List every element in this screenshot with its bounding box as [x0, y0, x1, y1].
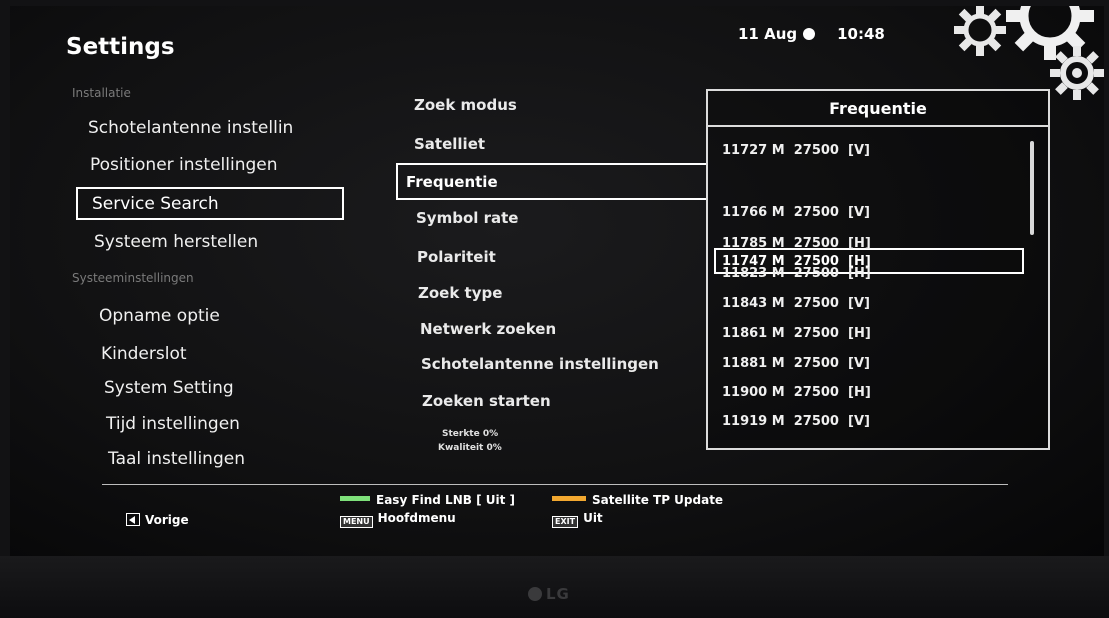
sidebar-item-kinderslot[interactable]: Kinderslot — [101, 344, 187, 364]
frequency-option[interactable]: 11785 M 27500 [H] — [722, 236, 871, 251]
separator-dot-icon — [803, 28, 816, 40]
main-menu-label: Hoofdmenu — [377, 511, 456, 525]
option-netwerk-zoeken[interactable]: Netwerk zoeken — [420, 320, 556, 338]
frequency-list-header: Frequentie — [708, 91, 1048, 127]
signal-quality: Kwaliteit 0% — [438, 443, 502, 453]
option-symbol-rate[interactable]: Symbol rate — [416, 209, 518, 227]
exit-key-icon: EXIT — [552, 516, 579, 528]
frequency-option[interactable]: 11843 M 27500 [V] — [722, 296, 870, 311]
frequency-option[interactable]: 11881 M 27500 [V] — [722, 356, 870, 371]
sidebar-item-positioner[interactable]: Positioner instellingen — [90, 155, 278, 175]
frequency-option[interactable]: 11919 M 27500 [V] — [722, 414, 870, 429]
signal-strength: Sterkte 0% — [442, 429, 499, 439]
tv-brand-label: LG — [546, 585, 570, 603]
date-label: 11 Aug — [738, 25, 798, 43]
lg-logo-icon — [528, 587, 542, 601]
frequency-list-scrollbar[interactable] — [1030, 141, 1034, 235]
sidebar-item-tijd-instellingen[interactable]: Tijd instellingen — [106, 414, 240, 434]
satellite-tp-update-label: Satellite TP Update — [592, 493, 724, 507]
easy-find-lnb-label: Easy Find LNB [ Uit ] — [376, 493, 515, 507]
option-label: Frequentie — [406, 173, 498, 191]
main-menu-hint[interactable]: MENU Hoofdmenu — [340, 511, 456, 528]
sidebar-item-service-search[interactable]: Service Search — [76, 187, 344, 220]
option-zoek-type[interactable]: Zoek type — [418, 284, 502, 302]
back-hint[interactable]: Vorige — [126, 513, 189, 527]
option-satelliet[interactable]: Satelliet — [414, 135, 485, 153]
sidebar-item-label: Service Search — [92, 194, 219, 214]
option-polariteit[interactable]: Polariteit — [417, 248, 496, 266]
frequency-list-panel: Frequentie 11727 M 27500 [V] 11747 M 275… — [706, 89, 1050, 450]
footer-divider — [102, 484, 1008, 485]
exit-hint[interactable]: EXIT Uit — [552, 511, 603, 528]
frequency-list-title: Frequentie — [829, 99, 927, 118]
option-zoeken-starten[interactable]: Zoeken starten — [422, 392, 551, 410]
exit-label: Uit — [583, 511, 603, 525]
sidebar-item-systeem-herstellen[interactable]: Systeem herstellen — [94, 232, 258, 252]
frequency-option[interactable]: 11727 M 27500 [V] — [722, 143, 870, 158]
back-label: Vorige — [145, 513, 189, 527]
satellite-tp-update-hint[interactable]: Satellite TP Update — [552, 493, 723, 507]
sidebar-item-taal-instellingen[interactable]: Taal instellingen — [108, 449, 245, 469]
frequency-option[interactable]: 11861 M 27500 [H] — [722, 326, 871, 341]
menu-key-icon: MENU — [340, 516, 373, 528]
option-frequentie[interactable]: Frequentie — [396, 163, 708, 200]
gear-icon — [1050, 46, 1104, 100]
option-zoek-modus[interactable]: Zoek modus — [414, 96, 517, 114]
sidebar-item-system-setting[interactable]: System Setting — [104, 378, 234, 398]
back-arrow-icon — [126, 513, 140, 526]
section-label-installatie: Installatie — [72, 86, 131, 100]
green-key-icon — [340, 496, 370, 501]
tv-screen: Settings 11 Aug 10:48 Installatie Schotel… — [10, 6, 1104, 558]
page-title: Settings — [66, 34, 175, 60]
section-label-systeeminstellingen: Systeeminstellingen — [72, 271, 194, 285]
option-schotelantenne-instellingen[interactable]: Schotelantenne instellingen — [421, 355, 659, 373]
frequency-option[interactable]: 11823 M 27500 [H] — [722, 266, 871, 281]
easy-find-lnb-hint[interactable]: Easy Find LNB [ Uit ] — [340, 493, 515, 507]
time-label: 10:48 — [837, 25, 885, 43]
date-time-display: 11 Aug 10:48 — [738, 25, 885, 43]
orange-key-icon — [552, 496, 586, 501]
tv-brand-logo: LG — [528, 585, 570, 603]
sidebar-item-schotelantenne[interactable]: Schotelantenne instellin — [88, 118, 293, 138]
frequency-option[interactable]: 11900 M 27500 [H] — [722, 385, 871, 400]
sidebar-item-opname-optie[interactable]: Opname optie — [99, 306, 220, 326]
frequency-option[interactable]: 11766 M 27500 [V] — [722, 205, 870, 220]
